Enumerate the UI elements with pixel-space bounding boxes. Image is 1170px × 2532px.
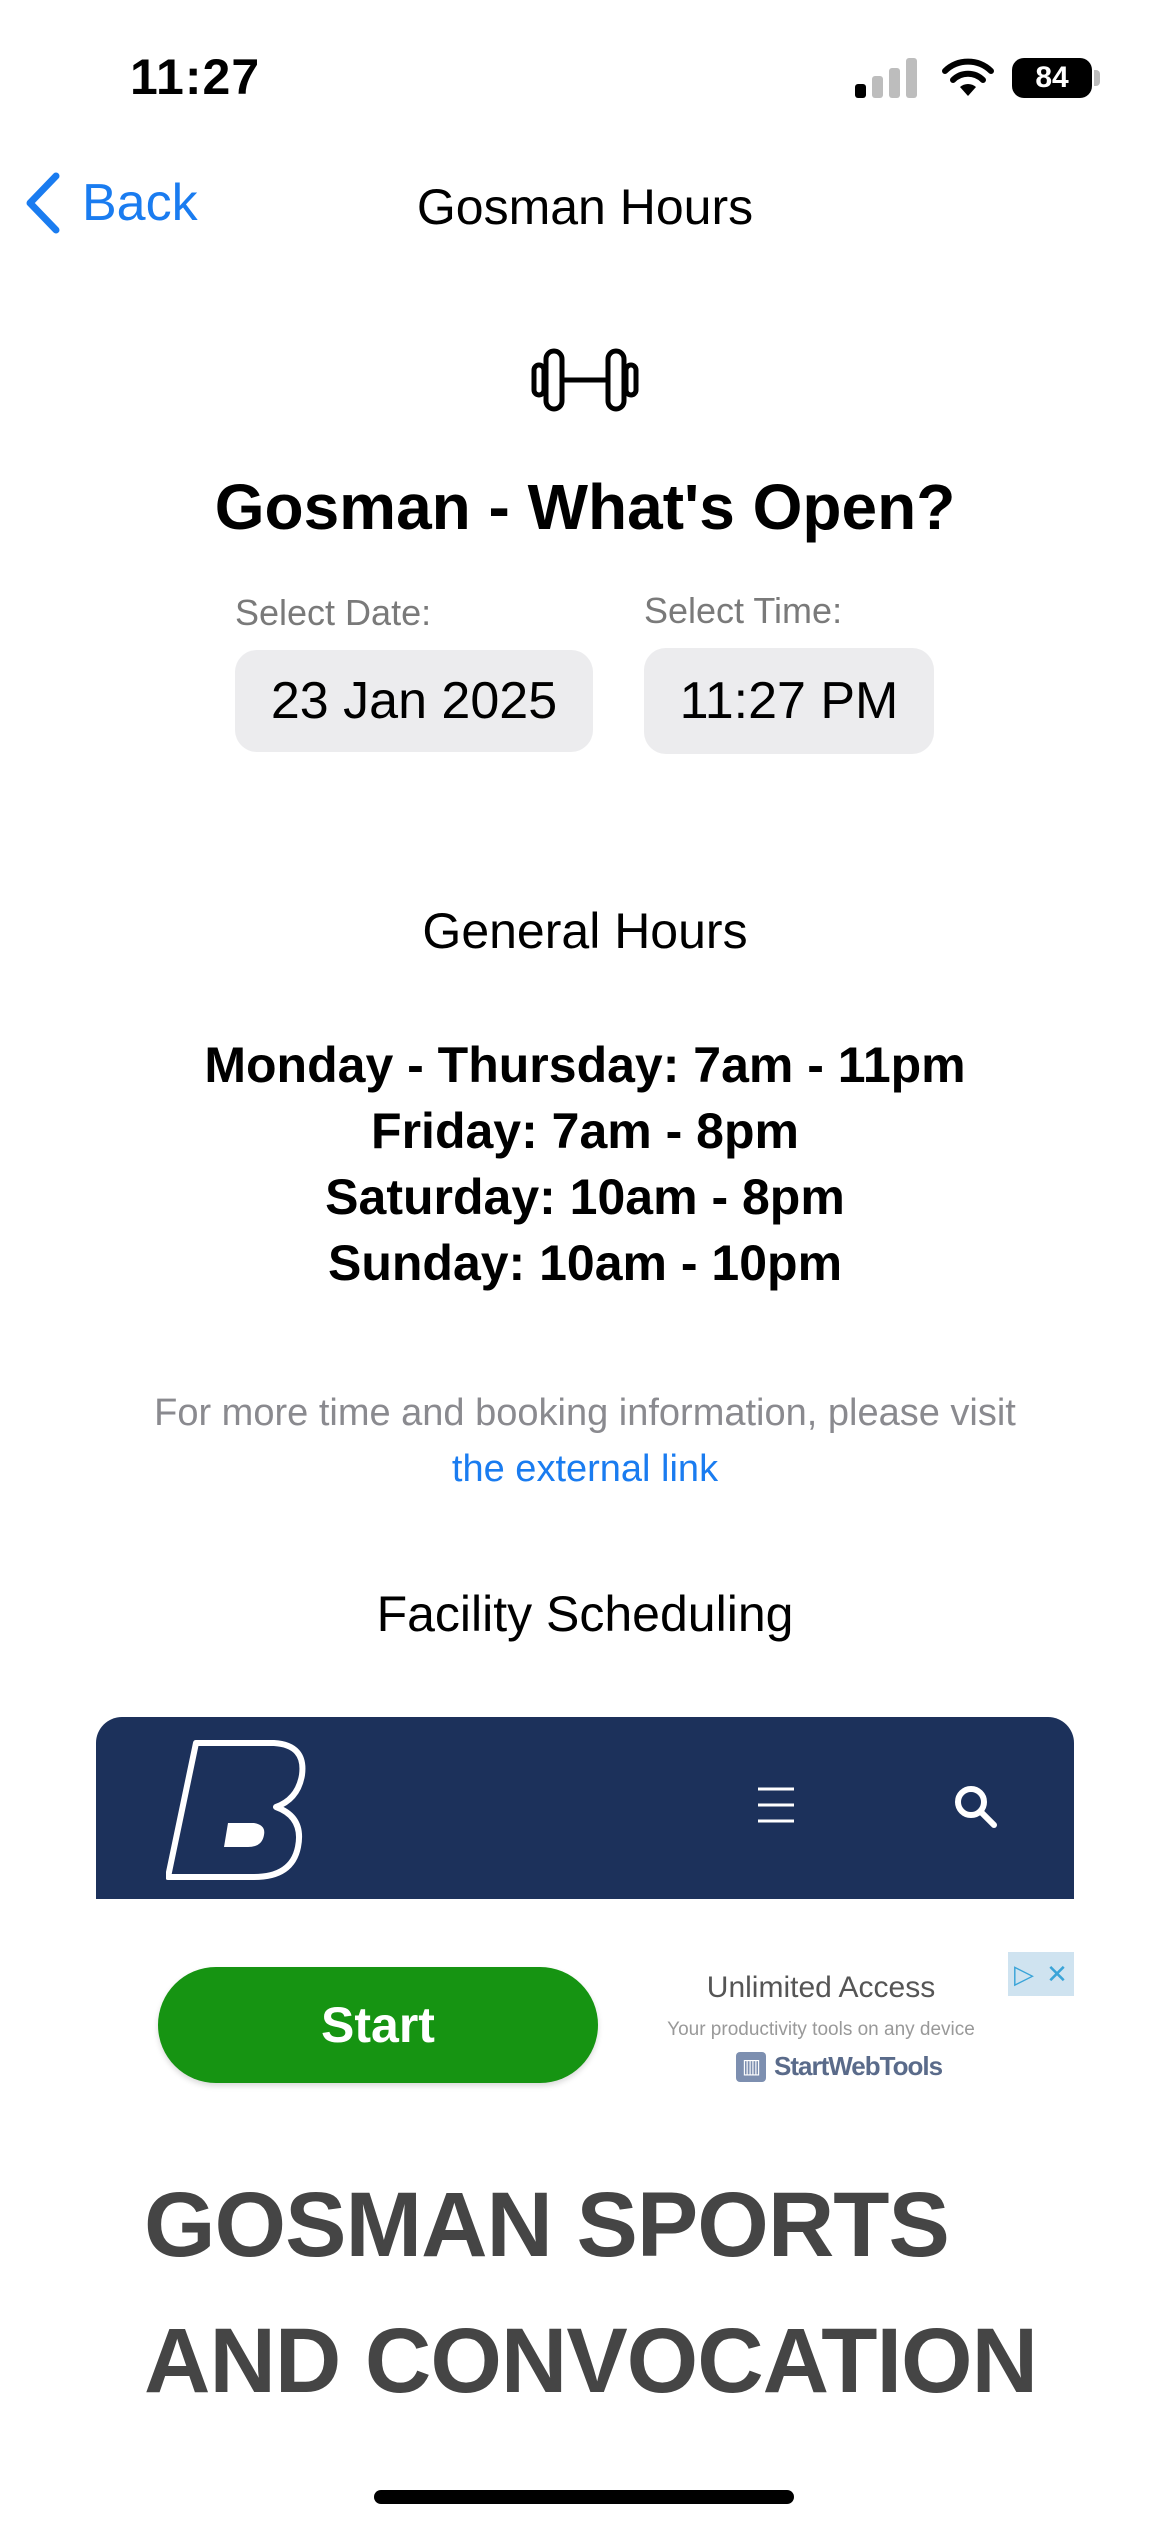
- page-headline: Gosman - What's Open?: [214, 471, 956, 543]
- hours-line: Friday: 7am - 8pm: [371, 1103, 799, 1159]
- time-picker[interactable]: 11:27 PM: [644, 648, 934, 754]
- time-picker-group: Select Time: 11:27 PM: [644, 590, 934, 754]
- hours-line: Saturday: 10am - 8pm: [325, 1169, 845, 1225]
- status-bar: 11:27 84: [0, 0, 1170, 150]
- time-picker-value: 11:27 PM: [679, 672, 899, 730]
- nav-title: Gosman Hours: [416, 179, 754, 235]
- ad-close-icon[interactable]: ✕: [1046, 1959, 1068, 1990]
- ad-brand-name: StartWebTools: [774, 2051, 943, 2081]
- time-picker-label: Select Time:: [644, 590, 843, 631]
- ad-brand[interactable]: ▥ StartWebTools: [736, 2051, 943, 2082]
- ad-start-label: Start: [321, 1997, 435, 2053]
- ad-title[interactable]: Unlimited Access: [656, 1971, 986, 2005]
- general-hours-title: General Hours: [422, 903, 748, 959]
- web-header: [96, 1717, 1074, 1899]
- date-picker-label: Select Date:: [235, 592, 432, 633]
- ad-info-icon: ▷: [1014, 1958, 1035, 1989]
- b-logo-icon: [166, 1740, 306, 1880]
- battery-nub: [1094, 70, 1100, 86]
- ad-choices-icon[interactable]: ▷ ✕: [1008, 1952, 1074, 1996]
- hours-line: Monday - Thursday: 7am - 11pm: [204, 1037, 966, 1093]
- battery-level: 84: [1035, 61, 1069, 94]
- date-picker[interactable]: 23 Jan 2025: [235, 650, 593, 752]
- dumbbell-icon: [531, 348, 639, 412]
- search-icon[interactable]: [952, 1783, 998, 1829]
- status-time: 11:27: [130, 49, 261, 105]
- facility-webview[interactable]: Start Unlimited Access Your productivity…: [96, 1717, 1074, 2532]
- home-indicator[interactable]: [374, 2490, 794, 2504]
- battery-icon: 84: [1012, 58, 1092, 98]
- ad-subtitle: Your productivity tools on any device: [667, 2019, 975, 2040]
- cellular-signal-icon: [855, 58, 917, 98]
- wifi-icon: [942, 58, 994, 96]
- date-picker-group: Select Date: 23 Jan 2025: [235, 592, 593, 752]
- booking-info: For more time and booking information, p…: [0, 1385, 1170, 1497]
- ad-brand-logo-icon: ▥: [736, 2051, 766, 2082]
- hours-line: Sunday: 10am - 10pm: [327, 1235, 843, 1291]
- external-link[interactable]: the external link: [0, 1441, 1170, 1497]
- web-page-heading: GOSMAN SPORTS AND CONVOCATION: [144, 2174, 1038, 2412]
- hours-list: Monday - Thursday: 7am - 11pm Friday: 7a…: [0, 1032, 1170, 1296]
- hamburger-menu-icon[interactable]: [754, 1783, 798, 1827]
- facility-scheduling-title: Facility Scheduling: [376, 1586, 794, 1642]
- date-picker-value: 23 Jan 2025: [270, 672, 558, 730]
- ad-start-button[interactable]: Start: [158, 1967, 598, 2083]
- booking-info-text: For more time and booking information, p…: [154, 1392, 1016, 1434]
